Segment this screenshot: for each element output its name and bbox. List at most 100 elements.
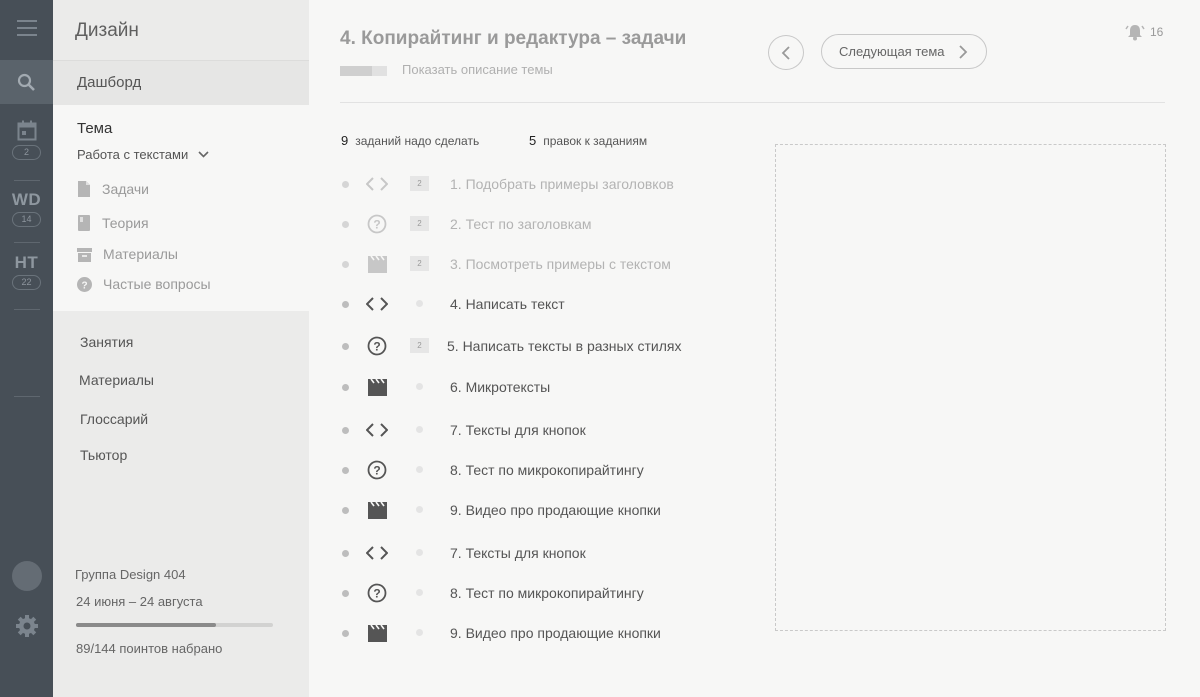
task-indicator [416,300,423,307]
status-dot [342,260,349,268]
description-toggle[interactable] [340,66,387,76]
task-label: 9. Видео про продающие кнопки [450,625,661,641]
course-code: HT [14,253,39,272]
task-row[interactable]: 6. Микротексты [340,375,740,399]
question-icon: ? [366,460,388,480]
video-icon [366,500,388,520]
status-dot [342,383,349,391]
task-label: 2. Тест по заголовкам [450,216,592,232]
task-row[interactable]: 9. Видео про продающие кнопки [340,498,740,522]
task-row[interactable]: ? 8. Тест по микрокопирайтингу [340,581,740,605]
task-label: 1. Подобрать примеры заголовков [450,176,674,192]
topic-selector[interactable]: Работа с текстами [77,147,209,162]
task-indicator [416,466,423,473]
sub-item-label: Задачи [102,181,150,197]
rail-divider [14,396,40,397]
file-icon [78,181,90,197]
task-row[interactable]: ? 8. Тест по микрокопирайтингу [340,458,740,482]
code-icon [366,420,388,440]
task-indicator [416,426,423,433]
task-indicator [416,383,423,390]
code-icon [366,294,388,314]
question-icon: ? [366,214,388,234]
task-badge: 2 [410,216,429,231]
next-topic-label: Следующая тема [839,44,945,59]
help-icon: ? [77,276,92,292]
tasks-stat: 9 заданий надо сделать [341,133,479,148]
page-title: 4. Копирайтинг и редактура – задачи [340,28,687,49]
sub-item-label: Частые вопросы [103,276,211,292]
prev-topic-button[interactable] [768,35,804,70]
task-badge: 2 [410,338,429,353]
main-content: 4. Копирайтинг и редактура – задачи Пока… [309,0,1200,697]
question-icon: ? [366,583,388,603]
edits-count: 5 [529,133,537,148]
show-description-link[interactable]: Показать описание темы [402,62,553,77]
points-progress-bar [76,623,273,627]
task-badge: 2 [410,256,429,271]
status-dot [342,220,349,228]
book-icon [78,215,90,231]
nav-glossary[interactable]: Глоссарий [80,411,148,427]
task-row[interactable]: 9. Видео про продающие кнопки [340,621,740,645]
chevron-right-icon [958,44,967,59]
chevron-down-icon [198,151,209,158]
course-code: WD [11,190,42,209]
task-row[interactable]: 2 1. Подобрать примеры заголовков [340,172,740,196]
rail-divider [14,180,40,181]
group-name: Группа Design 404 [75,567,186,582]
status-dot [342,300,349,308]
task-label: 3. Посмотреть примеры с текстом [450,256,671,272]
nav-tutor[interactable]: Тьютор [80,447,127,463]
points-text: 89/144 поинтов набрано [76,641,223,656]
topic-value: Работа с текстами [77,147,189,162]
topic-label: Тема [77,120,113,137]
status-dot [342,506,349,514]
status-dot [342,589,349,597]
task-row[interactable]: 7. Тексты для кнопок [340,541,740,565]
task-label: 6. Микротексты [450,379,551,395]
svg-text:?: ? [373,218,380,232]
task-label: 4. Написать текст [450,296,565,312]
nav-materials[interactable]: Материалы [79,372,154,388]
next-topic-button[interactable]: Следующая тема [821,34,987,69]
notifications-button[interactable]: 16 [1125,23,1163,41]
course-badge: 14 [12,212,41,227]
rail-divider [14,309,40,310]
calendar-button[interactable]: 2 [0,120,53,160]
course-ht[interactable]: HT 22 [0,253,53,290]
topic-section: Тема Работа с текстами Задачи Теория Мат… [53,105,309,311]
archive-icon [77,247,92,262]
avatar[interactable] [12,561,42,591]
task-row[interactable]: ? 2 5. Написать тексты в разных стилях [340,334,740,358]
dashboard-link[interactable]: Дашборд [53,61,309,105]
task-row[interactable]: 2 3. Посмотреть примеры с текстом [340,252,740,276]
task-row[interactable]: ? 2 2. Тест по заголовкам [340,212,740,236]
task-badge: 2 [410,176,429,191]
status-dot [342,466,349,474]
tasks-count: 9 [341,133,349,148]
dashboard-label: Дашборд [77,74,142,91]
course-badge: 22 [12,275,41,290]
sub-item-tasks[interactable]: Задачи [77,181,149,197]
code-icon [366,174,388,194]
nav-lessons[interactable]: Занятия [80,334,133,350]
task-indicator [416,549,423,556]
settings-button[interactable] [0,614,53,638]
search-tab[interactable] [0,60,53,104]
task-indicator [416,589,423,596]
svg-text:?: ? [373,587,380,601]
sub-item-faq[interactable]: ? Частые вопросы [77,276,211,292]
task-row[interactable]: 4. Написать текст [340,292,740,316]
video-icon [366,377,388,397]
course-panel: Дизайн Дашборд Тема Работа с текстами За… [53,0,309,697]
sub-item-materials[interactable]: Материалы [77,246,178,262]
icon-rail: 2 WD 14 HT 22 [0,0,53,697]
course-wd[interactable]: WD 14 [0,190,53,227]
sub-item-theory[interactable]: Теория [77,215,149,231]
menu-icon[interactable] [0,17,53,39]
bell-icon [1125,25,1145,41]
code-icon [366,543,388,563]
status-dot [342,549,349,557]
task-row[interactable]: 7. Тексты для кнопок [340,418,740,442]
